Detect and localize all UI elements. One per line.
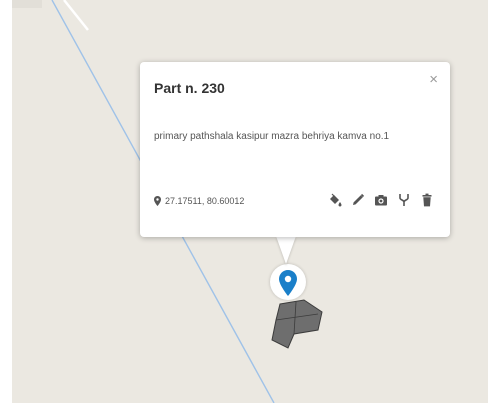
coordinates-row: 27.17511, 80.60012 (154, 196, 244, 206)
close-button[interactable]: × (429, 72, 438, 87)
split-button[interactable] (397, 192, 411, 208)
camera-icon (375, 195, 387, 206)
pencil-icon (353, 193, 365, 205)
coordinates-text: 27.17511, 80.60012 (165, 196, 245, 206)
map-marker[interactable] (270, 262, 306, 302)
location-pin-icon (154, 196, 161, 206)
edit-button[interactable] (351, 192, 365, 208)
popup-title: Part n. 230 (154, 80, 225, 96)
map-canvas[interactable]: Part n. 230 × primary pathshala kasipur … (12, 0, 488, 403)
action-toolbar (328, 192, 434, 208)
popup-description: primary pathshala kasipur mazra behriya … (154, 131, 390, 142)
popup-pointer (276, 236, 296, 264)
delete-button[interactable] (420, 192, 434, 208)
info-popup: Part n. 230 × primary pathshala kasipur … (140, 62, 450, 237)
fill-bucket-icon (330, 193, 342, 207)
fill-color-button[interactable] (328, 192, 342, 208)
trash-icon (422, 193, 432, 207)
fork-icon (399, 194, 409, 206)
camera-button[interactable] (374, 192, 388, 208)
map-marker-icon (279, 270, 297, 296)
